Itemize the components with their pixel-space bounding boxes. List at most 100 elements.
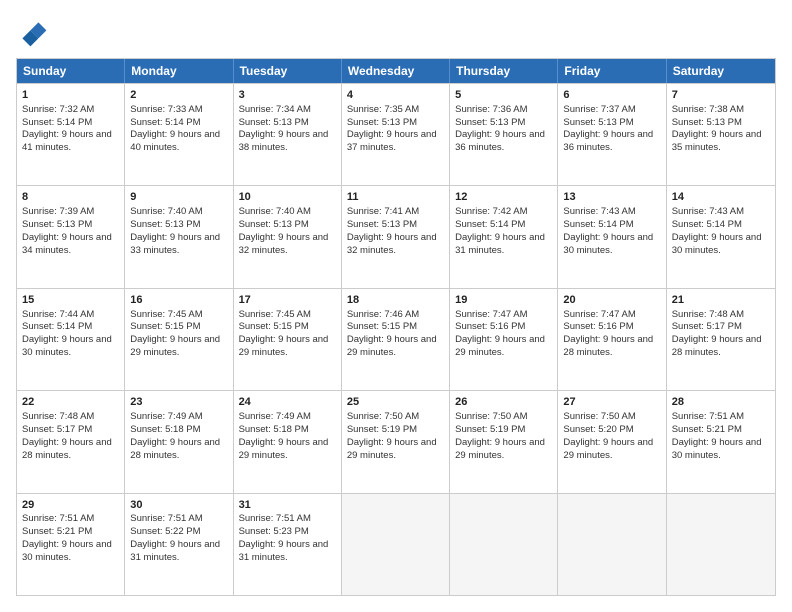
- day-number: 29: [22, 498, 119, 513]
- sunrise: Sunrise: 7:43 AM: [672, 206, 744, 217]
- sunrise: Sunrise: 7:38 AM: [672, 104, 744, 115]
- sunset: Sunset: 5:17 PM: [22, 424, 92, 435]
- day-number: 2: [130, 88, 227, 103]
- sunset: Sunset: 5:15 PM: [239, 321, 309, 332]
- daylight: Daylight: 9 hours and 28 minutes.: [672, 334, 762, 358]
- daylight: Daylight: 9 hours and 40 minutes.: [130, 129, 220, 153]
- sunrise: Sunrise: 7:48 AM: [672, 309, 744, 320]
- calendar-cell: 2Sunrise: 7:33 AMSunset: 5:14 PMDaylight…: [125, 84, 233, 185]
- sunset: Sunset: 5:15 PM: [347, 321, 417, 332]
- calendar-cell: 17Sunrise: 7:45 AMSunset: 5:15 PMDayligh…: [234, 289, 342, 390]
- sunset: Sunset: 5:13 PM: [347, 219, 417, 230]
- calendar-cell: 10Sunrise: 7:40 AMSunset: 5:13 PMDayligh…: [234, 186, 342, 287]
- daylight: Daylight: 9 hours and 32 minutes.: [347, 232, 437, 256]
- daylight: Daylight: 9 hours and 29 minutes.: [563, 437, 653, 461]
- sunrise: Sunrise: 7:48 AM: [22, 411, 94, 422]
- day-number: 22: [22, 395, 119, 410]
- daylight: Daylight: 9 hours and 31 minutes.: [130, 539, 220, 563]
- day-number: 25: [347, 395, 444, 410]
- day-number: 16: [130, 293, 227, 308]
- calendar-cell: 31Sunrise: 7:51 AMSunset: 5:23 PMDayligh…: [234, 494, 342, 595]
- daylight: Daylight: 9 hours and 30 minutes.: [22, 539, 112, 563]
- daylight: Daylight: 9 hours and 38 minutes.: [239, 129, 329, 153]
- sunrise: Sunrise: 7:37 AM: [563, 104, 635, 115]
- header: [16, 16, 776, 48]
- day-number: 11: [347, 190, 444, 205]
- daylight: Daylight: 9 hours and 29 minutes.: [455, 437, 545, 461]
- calendar-header-row: SundayMondayTuesdayWednesdayThursdayFrid…: [17, 59, 775, 83]
- sunrise: Sunrise: 7:50 AM: [455, 411, 527, 422]
- calendar-cell: [450, 494, 558, 595]
- calendar-cell: 6Sunrise: 7:37 AMSunset: 5:13 PMDaylight…: [558, 84, 666, 185]
- day-number: 15: [22, 293, 119, 308]
- daylight: Daylight: 9 hours and 35 minutes.: [672, 129, 762, 153]
- day-number: 23: [130, 395, 227, 410]
- day-number: 14: [672, 190, 770, 205]
- daylight: Daylight: 9 hours and 41 minutes.: [22, 129, 112, 153]
- sunrise: Sunrise: 7:40 AM: [239, 206, 311, 217]
- calendar-cell: 25Sunrise: 7:50 AMSunset: 5:19 PMDayligh…: [342, 391, 450, 492]
- daylight: Daylight: 9 hours and 30 minutes.: [672, 437, 762, 461]
- sunset: Sunset: 5:13 PM: [239, 219, 309, 230]
- day-number: 30: [130, 498, 227, 513]
- daylight: Daylight: 9 hours and 36 minutes.: [455, 129, 545, 153]
- calendar-cell: 22Sunrise: 7:48 AM Sunset: 5:17 PM Dayligh…: [17, 391, 125, 492]
- sunset: Sunset: 5:16 PM: [455, 321, 525, 332]
- sunset: Sunset: 5:14 PM: [672, 219, 742, 230]
- calendar-row-3: 15Sunrise: 7:44 AMSunset: 5:14 PMDayligh…: [17, 288, 775, 390]
- day-number: 6: [563, 88, 660, 103]
- sunrise: Sunrise: 7:36 AM: [455, 104, 527, 115]
- sunset: Sunset: 5:17 PM: [672, 321, 742, 332]
- daylight: Daylight: 9 hours and 34 minutes.: [22, 232, 112, 256]
- calendar-cell: 16Sunrise: 7:45 AMSunset: 5:15 PMDayligh…: [125, 289, 233, 390]
- day-number: 26: [455, 395, 552, 410]
- sunrise: Sunrise: 7:47 AM: [563, 309, 635, 320]
- sunset: Sunset: 5:18 PM: [239, 424, 309, 435]
- day-number: 9: [130, 190, 227, 205]
- sunset: Sunset: 5:16 PM: [563, 321, 633, 332]
- day-number: 13: [563, 190, 660, 205]
- sunrise: Sunrise: 7:41 AM: [347, 206, 419, 217]
- calendar-cell: 14Sunrise: 7:43 AMSunset: 5:14 PMDayligh…: [667, 186, 775, 287]
- header-cell-sunday: Sunday: [17, 59, 125, 83]
- day-number: 4: [347, 88, 444, 103]
- sunset: Sunset: 5:13 PM: [347, 117, 417, 128]
- calendar-cell: 15Sunrise: 7:44 AMSunset: 5:14 PMDayligh…: [17, 289, 125, 390]
- sunrise: Sunrise: 7:45 AM: [239, 309, 311, 320]
- daylight: Daylight: 9 hours and 28 minutes.: [22, 437, 112, 461]
- day-number: 31: [239, 498, 336, 513]
- calendar-cell: 26Sunrise: 7:50 AMSunset: 5:19 PMDayligh…: [450, 391, 558, 492]
- calendar-cell: 23Sunrise: 7:49 AMSunset: 5:18 PMDayligh…: [125, 391, 233, 492]
- calendar-cell: 12Sunrise: 7:42 AMSunset: 5:14 PMDayligh…: [450, 186, 558, 287]
- header-cell-wednesday: Wednesday: [342, 59, 450, 83]
- logo: [16, 16, 52, 48]
- calendar-cell: 21Sunrise: 7:48 AMSunset: 5:17 PMDayligh…: [667, 289, 775, 390]
- day-number: 5: [455, 88, 552, 103]
- sunset: Sunset: 5:19 PM: [347, 424, 417, 435]
- day-number: 18: [347, 293, 444, 308]
- calendar-cell: 29Sunrise: 7:51 AMSunset: 5:21 PMDayligh…: [17, 494, 125, 595]
- sunset: Sunset: 5:14 PM: [22, 117, 92, 128]
- logo-icon: [16, 16, 48, 48]
- daylight: Daylight: 9 hours and 33 minutes.: [130, 232, 220, 256]
- calendar-row-2: 8Sunrise: 7:39 AMSunset: 5:13 PMDaylight…: [17, 185, 775, 287]
- calendar-cell: 19Sunrise: 7:47 AMSunset: 5:16 PMDayligh…: [450, 289, 558, 390]
- sunset: Sunset: 5:13 PM: [239, 117, 309, 128]
- calendar-cell: 8Sunrise: 7:39 AMSunset: 5:13 PMDaylight…: [17, 186, 125, 287]
- calendar-cell: 11Sunrise: 7:41 AM Sunset: 5:13 PM Dayligh…: [342, 186, 450, 287]
- sunrise: Sunrise: 7:50 AM: [563, 411, 635, 422]
- sunrise: Sunrise: 7:33 AM: [130, 104, 202, 115]
- calendar: SundayMondayTuesdayWednesdayThursdayFrid…: [16, 58, 776, 596]
- calendar-cell: 1Sunrise: 7:32 AMSunset: 5:14 PMDaylight…: [17, 84, 125, 185]
- sunrise: Sunrise: 7:32 AM: [22, 104, 94, 115]
- calendar-cell: 3Sunrise: 7:34 AMSunset: 5:13 PMDaylight…: [234, 84, 342, 185]
- calendar-row-1: 1Sunrise: 7:32 AMSunset: 5:14 PMDaylight…: [17, 83, 775, 185]
- sunrise: Sunrise: 7:42 AM: [455, 206, 527, 217]
- daylight: Daylight: 9 hours and 28 minutes.: [130, 437, 220, 461]
- daylight: Daylight: 9 hours and 29 minutes.: [239, 437, 329, 461]
- calendar-cell: 28Sunrise: 7:51 AMSunset: 5:21 PMDayligh…: [667, 391, 775, 492]
- day-number: 10: [239, 190, 336, 205]
- daylight: Daylight: 9 hours and 31 minutes.: [455, 232, 545, 256]
- calendar-cell: 30Sunrise: 7:51 AMSunset: 5:22 PMDayligh…: [125, 494, 233, 595]
- sunset: Sunset: 5:14 PM: [455, 219, 525, 230]
